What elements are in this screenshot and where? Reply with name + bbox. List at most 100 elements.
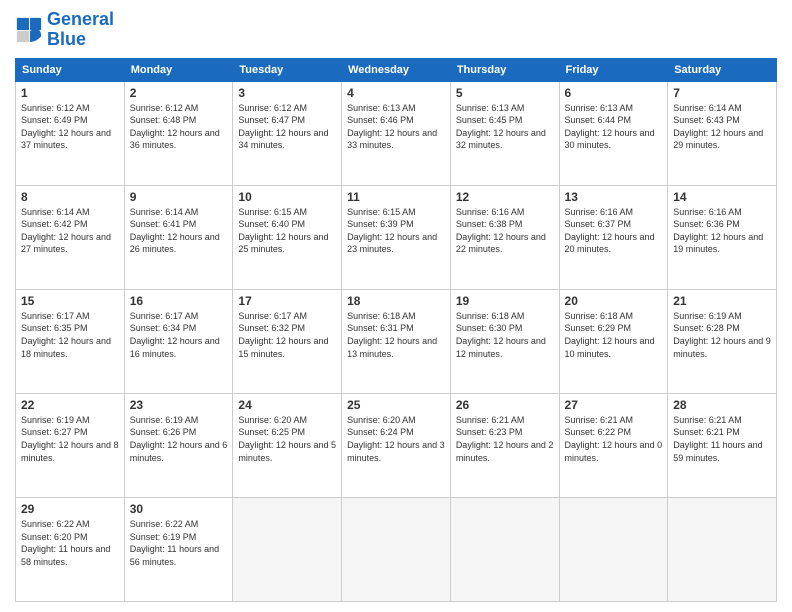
sunset-text: Sunset: 6:43 PM [673, 114, 771, 127]
sunset-text: Sunset: 6:38 PM [456, 218, 554, 231]
sunset-text: Sunset: 6:28 PM [673, 322, 771, 335]
sunset-text: Sunset: 6:37 PM [565, 218, 663, 231]
day-number: 6 [565, 86, 663, 100]
header: General Blue [15, 10, 777, 50]
day-number: 15 [21, 294, 119, 308]
daylight-text: Daylight: 12 hours and 25 minutes. [238, 231, 336, 256]
sunrise-text: Sunrise: 6:19 AM [21, 414, 119, 427]
day-number: 12 [456, 190, 554, 204]
calendar-cell: 16 Sunrise: 6:17 AM Sunset: 6:34 PM Dayl… [124, 289, 233, 393]
day-info: Sunrise: 6:18 AM Sunset: 6:30 PM Dayligh… [456, 310, 554, 360]
sunset-text: Sunset: 6:21 PM [673, 426, 771, 439]
calendar-cell: 18 Sunrise: 6:18 AM Sunset: 6:31 PM Dayl… [342, 289, 451, 393]
logo-icon [15, 16, 43, 44]
calendar-cell [668, 497, 777, 601]
day-number: 25 [347, 398, 445, 412]
sunrise-text: Sunrise: 6:12 AM [130, 102, 228, 115]
calendar-week-2: 8 Sunrise: 6:14 AM Sunset: 6:42 PM Dayli… [16, 185, 777, 289]
day-number: 3 [238, 86, 336, 100]
sunrise-text: Sunrise: 6:14 AM [673, 102, 771, 115]
daylight-text: Daylight: 12 hours and 26 minutes. [130, 231, 228, 256]
day-number: 7 [673, 86, 771, 100]
day-number: 16 [130, 294, 228, 308]
sunset-text: Sunset: 6:41 PM [130, 218, 228, 231]
daylight-text: Daylight: 12 hours and 19 minutes. [673, 231, 771, 256]
calendar-cell: 11 Sunrise: 6:15 AM Sunset: 6:39 PM Dayl… [342, 185, 451, 289]
sunrise-text: Sunrise: 6:14 AM [21, 206, 119, 219]
page: General Blue Sunday Monday Tuesday Wedne… [0, 0, 792, 612]
sunrise-text: Sunrise: 6:20 AM [238, 414, 336, 427]
sunrise-text: Sunrise: 6:16 AM [565, 206, 663, 219]
sunrise-text: Sunrise: 6:17 AM [21, 310, 119, 323]
calendar-cell: 9 Sunrise: 6:14 AM Sunset: 6:41 PM Dayli… [124, 185, 233, 289]
day-number: 4 [347, 86, 445, 100]
day-info: Sunrise: 6:15 AM Sunset: 6:40 PM Dayligh… [238, 206, 336, 256]
day-number: 22 [21, 398, 119, 412]
sunset-text: Sunset: 6:36 PM [673, 218, 771, 231]
day-number: 29 [21, 502, 119, 516]
col-saturday: Saturday [668, 58, 777, 81]
day-number: 10 [238, 190, 336, 204]
sunrise-text: Sunrise: 6:19 AM [130, 414, 228, 427]
sunrise-text: Sunrise: 6:14 AM [130, 206, 228, 219]
calendar-cell [342, 497, 451, 601]
day-number: 9 [130, 190, 228, 204]
col-friday: Friday [559, 58, 668, 81]
day-info: Sunrise: 6:17 AM Sunset: 6:34 PM Dayligh… [130, 310, 228, 360]
day-info: Sunrise: 6:12 AM Sunset: 6:48 PM Dayligh… [130, 102, 228, 152]
sunset-text: Sunset: 6:22 PM [565, 426, 663, 439]
daylight-text: Daylight: 12 hours and 27 minutes. [21, 231, 119, 256]
calendar-cell: 5 Sunrise: 6:13 AM Sunset: 6:45 PM Dayli… [450, 81, 559, 185]
daylight-text: Daylight: 12 hours and 29 minutes. [673, 127, 771, 152]
day-number: 21 [673, 294, 771, 308]
day-info: Sunrise: 6:14 AM Sunset: 6:42 PM Dayligh… [21, 206, 119, 256]
calendar-cell [233, 497, 342, 601]
sunset-text: Sunset: 6:34 PM [130, 322, 228, 335]
daylight-text: Daylight: 11 hours and 58 minutes. [21, 543, 119, 568]
logo: General Blue [15, 10, 114, 50]
sunrise-text: Sunrise: 6:21 AM [456, 414, 554, 427]
calendar-cell: 26 Sunrise: 6:21 AM Sunset: 6:23 PM Dayl… [450, 393, 559, 497]
sunrise-text: Sunrise: 6:17 AM [130, 310, 228, 323]
calendar-week-3: 15 Sunrise: 6:17 AM Sunset: 6:35 PM Dayl… [16, 289, 777, 393]
day-number: 24 [238, 398, 336, 412]
sunset-text: Sunset: 6:40 PM [238, 218, 336, 231]
daylight-text: Daylight: 12 hours and 9 minutes. [673, 335, 771, 360]
sunrise-text: Sunrise: 6:18 AM [456, 310, 554, 323]
day-number: 13 [565, 190, 663, 204]
calendar-cell: 30 Sunrise: 6:22 AM Sunset: 6:19 PM Dayl… [124, 497, 233, 601]
calendar-week-4: 22 Sunrise: 6:19 AM Sunset: 6:27 PM Dayl… [16, 393, 777, 497]
sunset-text: Sunset: 6:47 PM [238, 114, 336, 127]
sunrise-text: Sunrise: 6:16 AM [456, 206, 554, 219]
day-number: 19 [456, 294, 554, 308]
calendar-cell [559, 497, 668, 601]
col-tuesday: Tuesday [233, 58, 342, 81]
sunrise-text: Sunrise: 6:12 AM [238, 102, 336, 115]
sunrise-text: Sunrise: 6:13 AM [347, 102, 445, 115]
day-info: Sunrise: 6:12 AM Sunset: 6:49 PM Dayligh… [21, 102, 119, 152]
sunrise-text: Sunrise: 6:21 AM [565, 414, 663, 427]
sunrise-text: Sunrise: 6:13 AM [565, 102, 663, 115]
sunset-text: Sunset: 6:49 PM [21, 114, 119, 127]
day-number: 23 [130, 398, 228, 412]
daylight-text: Daylight: 12 hours and 13 minutes. [347, 335, 445, 360]
sunrise-text: Sunrise: 6:21 AM [673, 414, 771, 427]
day-info: Sunrise: 6:14 AM Sunset: 6:43 PM Dayligh… [673, 102, 771, 152]
daylight-text: Daylight: 12 hours and 37 minutes. [21, 127, 119, 152]
sunrise-text: Sunrise: 6:18 AM [347, 310, 445, 323]
calendar-cell: 28 Sunrise: 6:21 AM Sunset: 6:21 PM Dayl… [668, 393, 777, 497]
sunrise-text: Sunrise: 6:12 AM [21, 102, 119, 115]
daylight-text: Daylight: 12 hours and 23 minutes. [347, 231, 445, 256]
sunset-text: Sunset: 6:32 PM [238, 322, 336, 335]
calendar-cell: 21 Sunrise: 6:19 AM Sunset: 6:28 PM Dayl… [668, 289, 777, 393]
calendar-cell: 17 Sunrise: 6:17 AM Sunset: 6:32 PM Dayl… [233, 289, 342, 393]
day-info: Sunrise: 6:14 AM Sunset: 6:41 PM Dayligh… [130, 206, 228, 256]
sunset-text: Sunset: 6:44 PM [565, 114, 663, 127]
col-monday: Monday [124, 58, 233, 81]
calendar: Sunday Monday Tuesday Wednesday Thursday… [15, 58, 777, 602]
sunset-text: Sunset: 6:20 PM [21, 531, 119, 544]
sunset-text: Sunset: 6:25 PM [238, 426, 336, 439]
daylight-text: Daylight: 12 hours and 16 minutes. [130, 335, 228, 360]
calendar-cell: 14 Sunrise: 6:16 AM Sunset: 6:36 PM Dayl… [668, 185, 777, 289]
daylight-text: Daylight: 12 hours and 0 minutes. [565, 439, 663, 464]
